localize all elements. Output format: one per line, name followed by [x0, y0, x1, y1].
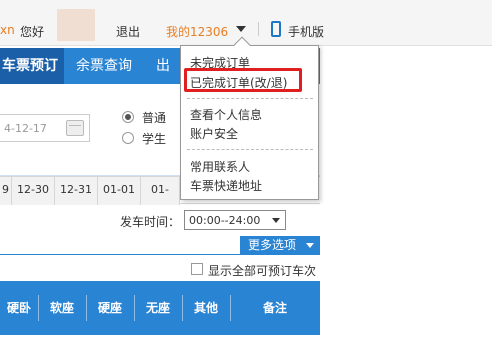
menu-item-account-security[interactable]: 账户安全: [190, 125, 238, 142]
column-header: 软座: [49, 301, 74, 315]
divider: [258, 22, 259, 36]
my12306-dropdown: 未完成订单 已完成订单(改/退) 查看个人信息 账户安全 常用联系人 车票快递地…: [180, 36, 319, 200]
page-root: xn 您好 退出 我的12306 手机版 车票预订 余票查询 出 4-12-17…: [0, 0, 492, 347]
radio-student-ticket[interactable]: [122, 132, 134, 144]
column-header: 硬卧: [6, 301, 31, 315]
divider: [0, 254, 320, 255]
more-options-button[interactable]: 更多选项: [240, 236, 320, 254]
depart-time-select[interactable]: 00:00--24:00: [184, 210, 286, 230]
date-cell[interactable]: 01-01: [98, 177, 141, 205]
radio-normal-ticket[interactable]: [122, 111, 134, 123]
welcome-text: 您好: [20, 25, 45, 39]
redacted-username: [57, 9, 95, 41]
username-fragment: xn: [0, 23, 15, 37]
more-options-label: 更多选项: [248, 238, 297, 252]
tab-ticket-booking[interactable]: 车票预订: [0, 48, 64, 84]
chevron-down-icon: [272, 218, 280, 223]
column-header: 其他: [193, 301, 218, 315]
date-input[interactable]: 4-12-17: [0, 114, 90, 142]
menu-item-delivery-address[interactable]: 车票快递地址: [190, 177, 262, 194]
mobile-version-link[interactable]: 手机版: [288, 23, 324, 40]
divider: [187, 98, 313, 99]
tab-partial[interactable]: 出: [156, 48, 170, 84]
radio-student-label: 学生: [142, 132, 167, 146]
depart-time-value: 00:00--24:00: [189, 214, 261, 227]
phone-icon: [271, 21, 281, 37]
divider: [187, 149, 313, 150]
results-table-header: 硬卧 软座 硬座 无座 其他 备注: [0, 281, 320, 335]
date-cell[interactable]: 01-: [141, 177, 180, 205]
triangle-down-icon: [306, 243, 314, 248]
show-all-label: 显示全部可预订车次: [208, 264, 317, 278]
show-all-checkbox[interactable]: [191, 263, 203, 275]
chevron-down-icon[interactable]: [236, 26, 246, 32]
my12306-menu[interactable]: 我的12306: [166, 23, 228, 40]
tab-remaining-tickets[interactable]: 余票查询: [76, 48, 132, 84]
logout-link[interactable]: 退出: [116, 23, 140, 40]
menu-item-contacts[interactable]: 常用联系人: [190, 158, 250, 175]
top-bar: xn 您好 退出 我的12306 手机版: [0, 0, 492, 46]
date-value: 4-12-17: [4, 122, 47, 135]
menu-item-personal-info[interactable]: 查看个人信息: [190, 106, 262, 123]
depart-time-label: 发车时间：: [120, 215, 181, 229]
radio-normal-label: 普通: [142, 111, 167, 125]
column-header: 备注: [262, 301, 287, 315]
calendar-icon[interactable]: [66, 120, 84, 136]
date-cell[interactable]: 12-31: [55, 177, 98, 205]
date-cell[interactable]: 9: [0, 177, 12, 205]
column-header: 硬座: [97, 301, 122, 315]
column-header: 无座: [145, 301, 170, 315]
menu-item-completed-orders[interactable]: 已完成订单(改/退): [190, 74, 287, 91]
date-cell[interactable]: 12-30: [12, 177, 55, 205]
